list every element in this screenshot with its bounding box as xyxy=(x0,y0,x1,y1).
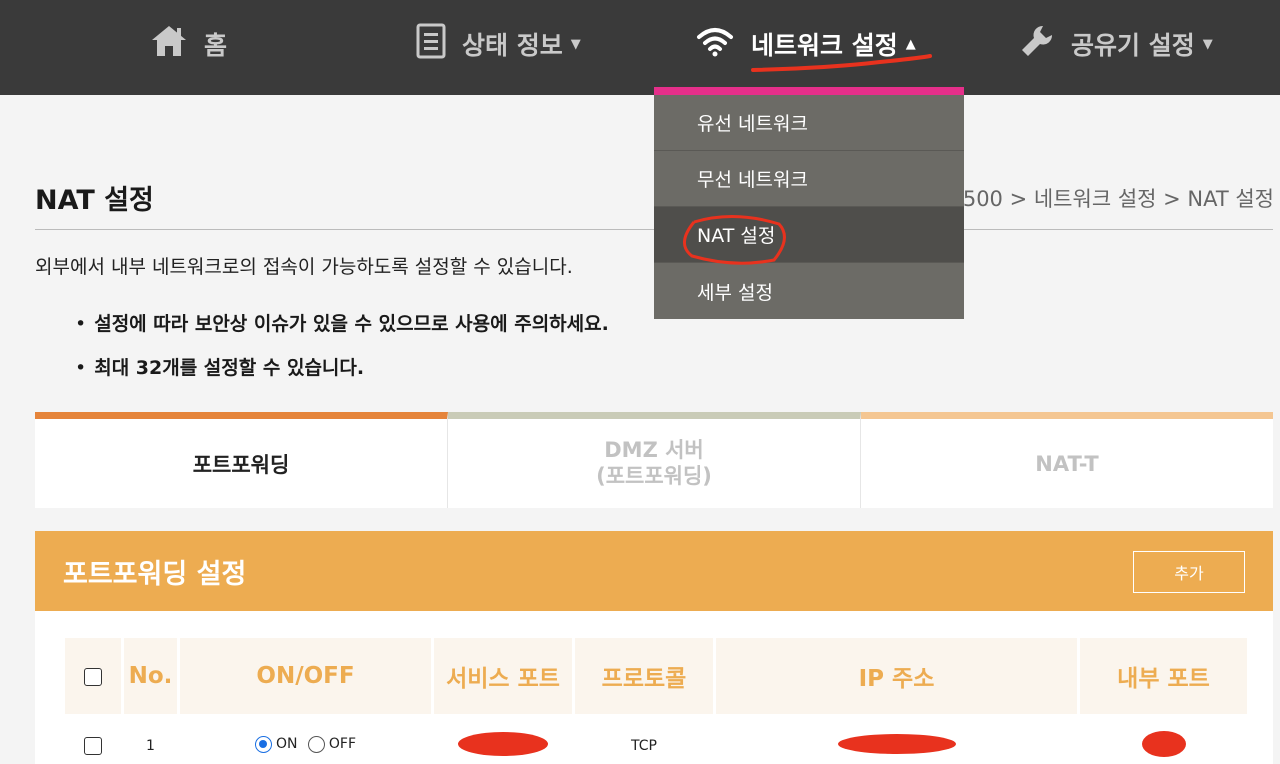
tab-port-forwarding[interactable]: 포트포워딩 xyxy=(35,412,448,508)
radio-empty-icon xyxy=(307,735,325,753)
nav-item-status[interactable]: 상태 정보 ▼ xyxy=(416,0,581,88)
col-service-port: 서비스 포트 xyxy=(434,638,572,714)
table-header-row: No. ON/OFF 서비스 포트 프로토콜 IP 주소 내부 포트 xyxy=(65,638,1247,714)
wifi-icon xyxy=(695,25,735,63)
nav-item-home[interactable]: 홈 xyxy=(150,0,227,88)
nav-label-router: 공유기 설정 xyxy=(1071,31,1195,60)
off-radio[interactable]: OFF xyxy=(307,735,357,753)
row-ip-address xyxy=(716,714,1077,764)
panel-title: 포트포워딩 설정 xyxy=(63,558,247,590)
menu-item-wired[interactable]: 유선 네트워크 xyxy=(654,95,964,151)
wrench-icon xyxy=(1019,23,1055,65)
row-protocol: TCP xyxy=(631,738,657,754)
redaction-mark xyxy=(837,734,956,754)
home-icon xyxy=(150,24,188,64)
page-title: NAT 설정 xyxy=(35,185,154,216)
on-radio[interactable]: ON xyxy=(254,735,298,753)
select-all-cell xyxy=(65,638,121,714)
menu-item-advanced[interactable]: 세부 설정 xyxy=(654,263,964,319)
col-no: No. xyxy=(124,638,177,714)
on-label: ON xyxy=(275,736,298,752)
select-all-checkbox[interactable] xyxy=(84,667,102,686)
annotation-circle xyxy=(683,215,786,265)
top-nav: 홈 상태 정보 ▼ 네트워크 설정 ▲ 공유기 설정 ▼ xyxy=(0,0,1280,95)
port-forwarding-panel: 포트포워딩 설정 추가 No. ON/OFF 서비스 포트 프로토콜 IP 주소… xyxy=(35,531,1273,764)
document-icon xyxy=(416,23,446,65)
col-protocol: 프로토콜 xyxy=(575,638,713,714)
chevron-down-icon: ▼ xyxy=(570,36,581,52)
redaction-mark xyxy=(1141,731,1186,757)
tab-label-sub: (포트포워딩) xyxy=(596,463,712,488)
annotation-underline xyxy=(751,54,932,72)
page-description: 외부에서 내부 네트워크로의 접속이 가능하도록 설정할 수 있습니다. xyxy=(35,256,573,278)
radio-selected-icon xyxy=(254,735,272,753)
add-button[interactable]: 추가 xyxy=(1133,551,1245,593)
nav-label-home: 홈 xyxy=(204,31,228,60)
notice-bullet: 최대 32개를 설정할 수 있습니다. xyxy=(75,353,364,380)
col-ip-address: IP 주소 xyxy=(716,638,1077,714)
row-service-port xyxy=(434,714,572,764)
tab-label: DMZ 서버 xyxy=(604,438,704,463)
nat-tabs: 포트포워딩 DMZ 서버 (포트포워딩) NAT-T xyxy=(35,412,1273,508)
notice-bullet: 설정에 따라 보안상 이슈가 있을 수 있으므로 사용에 주의하세요. xyxy=(75,309,609,336)
menu-item-wireless[interactable]: 무선 네트워크 xyxy=(654,151,964,207)
panel-header: 포트포워딩 설정 추가 xyxy=(35,531,1273,611)
redaction-mark xyxy=(458,732,548,756)
tab-label: 포트포워딩 xyxy=(192,452,290,477)
chevron-down-icon: ▼ xyxy=(1202,36,1213,52)
row-no: 1 xyxy=(146,738,155,754)
col-internal-port: 내부 포트 xyxy=(1080,638,1247,714)
breadcrumb: M-7500 > 네트워크 설정 > NAT 설정 xyxy=(923,187,1274,211)
nav-item-network[interactable]: 네트워크 설정 ▲ xyxy=(695,0,916,88)
table-row: 1 ON OFF TCP xyxy=(65,714,1247,764)
port-forwarding-table: No. ON/OFF 서비스 포트 프로토콜 IP 주소 내부 포트 1 ON … xyxy=(62,638,1250,764)
row-internal-port xyxy=(1080,714,1247,764)
row-checkbox[interactable] xyxy=(84,737,102,755)
nav-label-status: 상태 정보 xyxy=(462,31,563,60)
tab-dmz[interactable]: DMZ 서버 (포트포워딩) xyxy=(448,412,861,508)
row-select-cell xyxy=(65,714,121,764)
tab-label: NAT-T xyxy=(1035,451,1099,476)
off-label: OFF xyxy=(328,736,357,752)
network-dropdown-menu: 유선 네트워크 무선 네트워크 NAT 설정 세부 설정 xyxy=(654,87,964,319)
col-onoff: ON/OFF xyxy=(180,638,431,714)
nav-item-router[interactable]: 공유기 설정 ▼ xyxy=(1019,0,1213,88)
row-onoff: ON OFF xyxy=(180,714,431,764)
tab-nat-t[interactable]: NAT-T xyxy=(861,412,1273,508)
